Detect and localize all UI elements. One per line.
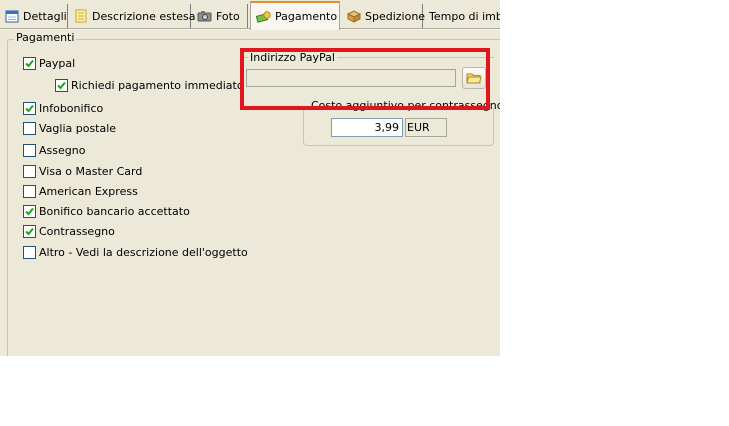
tab-descrizione-estesa[interactable]: Descrizione estesa (69, 4, 195, 28)
payment-option-visa-mastercard[interactable]: Visa o Master Card (23, 165, 142, 178)
checkbox-vaglia-postale[interactable] (23, 122, 36, 135)
calendar-icon (5, 10, 19, 23)
checkbox-contrassegno[interactable] (23, 225, 36, 238)
tab-foto[interactable]: Foto (192, 4, 248, 28)
payment-option-label: Visa o Master Card (39, 165, 143, 178)
paypal-browse-button[interactable] (462, 67, 486, 89)
checkmark-icon (57, 81, 66, 90)
payments-group-label: Pagamenti (14, 31, 77, 44)
paypal-address-input[interactable] (246, 69, 456, 87)
payment-option-bonifico-bancario[interactable]: Bonifico bancario accettato (23, 205, 190, 218)
payment-option-infobonifico[interactable]: Infobonifico (23, 102, 103, 115)
paypal-address-label: Indirizzo PayPal (248, 51, 337, 64)
cod-surcharge-amount-input[interactable]: 3,99 (331, 118, 403, 137)
checkbox-paypal[interactable] (23, 57, 36, 70)
camera-icon (197, 11, 212, 22)
tab-label: Dettagli (23, 9, 67, 23)
checkmark-icon (25, 59, 34, 68)
tab-tempo-di-imballaggio[interactable]: Tempo di imbal (424, 4, 500, 28)
payment-option-richiedi-pagamento-immediato[interactable]: Richiedi pagamento immediato (55, 79, 244, 92)
tab-pagamento[interactable]: Pagamento (250, 1, 340, 30)
payment-option-american-express[interactable]: American Express (23, 185, 138, 198)
checkmark-icon (25, 207, 34, 216)
auction-editor-window: Dettagli Descrizione estesa Foto Pagamen… (0, 0, 500, 356)
payment-option-assegno[interactable]: Assegno (23, 144, 85, 157)
folder-icon (466, 73, 482, 84)
cod-surcharge-label: Costo aggiuntivo per contrassegno (311, 99, 500, 112)
package-icon (346, 10, 361, 23)
payment-option-label: Assegno (39, 144, 86, 157)
payment-option-label: Contrassegno (39, 225, 115, 238)
money-icon (256, 10, 271, 23)
checkmark-icon (25, 227, 34, 236)
checkbox-altro[interactable] (23, 246, 36, 259)
cod-surcharge-currency: EUR (405, 118, 447, 137)
payment-option-label: Richiedi pagamento immediato (71, 79, 244, 92)
payment-option-label: Vaglia postale (39, 122, 117, 135)
tab-label: Foto (216, 9, 240, 23)
tab-dettagli[interactable]: Dettagli (0, 4, 68, 28)
payment-option-altro[interactable]: Altro - Vedi la descrizione dell'oggetto (23, 246, 248, 259)
payment-option-label: Paypal (39, 57, 76, 70)
tab-label: Descrizione estesa (92, 9, 196, 23)
checkbox-bonifico-bancario[interactable] (23, 205, 36, 218)
checkmark-icon (25, 104, 34, 113)
payment-option-contrassegno[interactable]: Contrassegno (23, 225, 115, 238)
notepad-icon (75, 9, 87, 23)
payment-option-label: Infobonifico (39, 102, 104, 115)
payment-option-vaglia-postale[interactable]: Vaglia postale (23, 122, 116, 135)
checkbox-infobonifico[interactable] (23, 102, 36, 115)
payment-option-label: Bonifico bancario accettato (39, 205, 190, 218)
tab-label: Spedizione (365, 9, 426, 23)
checkbox-assegno[interactable] (23, 144, 36, 157)
payment-tab-page: Pagamenti Paypal Richiedi pagamento immed… (0, 30, 500, 356)
checkbox-richiedi-pagamento-immediato[interactable] (55, 79, 68, 92)
payment-option-paypal[interactable]: Paypal (23, 57, 75, 70)
tab-spedizione[interactable]: Spedizione (341, 4, 426, 28)
checkbox-american-express[interactable] (23, 185, 36, 198)
payment-option-label: Altro - Vedi la descrizione dell'oggetto (39, 246, 248, 259)
tab-label: Tempo di imbal (429, 9, 500, 23)
payment-option-label: American Express (39, 185, 138, 198)
tab-label: Pagamento (275, 10, 338, 23)
checkbox-visa-mastercard[interactable] (23, 165, 36, 178)
tab-strip: Dettagli Descrizione estesa Foto Pagamen… (0, 0, 500, 31)
